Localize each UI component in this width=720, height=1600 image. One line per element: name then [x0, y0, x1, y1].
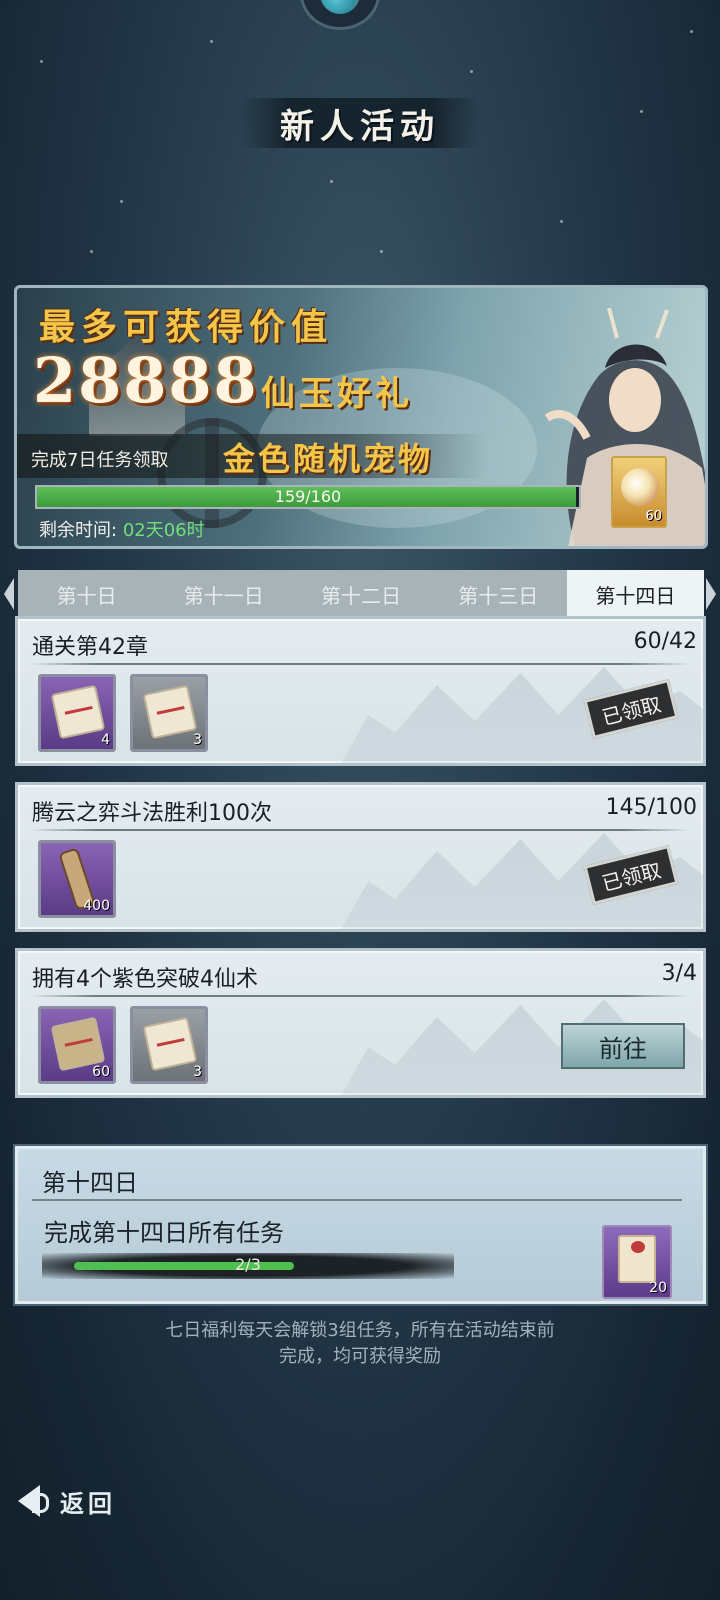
reward-item[interactable]: 4: [38, 674, 116, 752]
paper-map-icon: [142, 684, 198, 740]
footnote: 七日福利每天会解锁3组任务，所有在活动结束前 完成，均可获得奖励: [60, 1318, 660, 1370]
task-progress: 60/42: [633, 629, 697, 654]
back-label: 返回: [60, 1488, 116, 1518]
task-card: 拥有4个紫色突破4仙术 3/4 60 3 前往: [15, 948, 706, 1098]
event-banner: 最多可获得价值 28888 仙玉好礼 完成7日任务领取 金色随机宠物 159/1…: [14, 285, 708, 549]
tab-day-14[interactable]: 第十四日: [566, 570, 705, 618]
tab-day-13[interactable]: 第十三日: [430, 570, 567, 618]
pet-egg-icon: [621, 468, 659, 506]
summary-progress-text: 2/3: [235, 1255, 261, 1274]
summary-day: 第十四日: [42, 1169, 138, 1197]
banner-reward-item[interactable]: 60: [611, 456, 667, 528]
item-count: 3: [193, 732, 202, 748]
divider: [30, 829, 690, 831]
banner-subtitle: 完成7日任务领取: [31, 450, 169, 471]
task-card: 腾云之弈斗法胜利100次 145/100 400 已领取: [15, 782, 706, 932]
divider: [30, 663, 690, 665]
reward-item[interactable]: 3: [130, 674, 208, 752]
reward-item[interactable]: 3: [130, 1006, 208, 1084]
item-count: 20: [649, 1280, 667, 1296]
tab-day-11[interactable]: 第十一日: [155, 570, 292, 618]
remaining-time-label: 剩余时间:: [39, 520, 118, 541]
back-button[interactable]: 返回: [14, 1476, 154, 1526]
task-title: 通关第42章: [32, 635, 148, 660]
item-count: 60: [645, 509, 662, 524]
task-progress: 145/100: [605, 795, 697, 820]
page-title: 新人活动: [280, 106, 440, 147]
banner-pet-reward: 金色随机宠物: [223, 440, 434, 478]
tab-scroll-left-icon[interactable]: [4, 578, 14, 610]
banner-amount: 28888: [33, 344, 259, 417]
reward-item[interactable]: 400: [38, 840, 116, 918]
footnote-line: 完成，均可获得奖励: [279, 1346, 441, 1367]
scroll-scripture-icon: [50, 684, 106, 740]
day-tabs: 第十日 第十一日 第十二日 第十三日 第十四日: [18, 570, 705, 618]
tab-day-12[interactable]: 第十二日: [292, 570, 429, 618]
task-card: 通关第42章 60/42 4 3 已领取: [15, 616, 706, 766]
starfield: [0, 0, 720, 300]
summary-progress-bar: 2/3: [42, 1253, 454, 1279]
remaining-time-value: 02天06时: [122, 520, 205, 541]
banner-headline: 最多可获得价值: [39, 306, 334, 348]
paw-icon: [631, 1241, 645, 1253]
task-title: 腾云之弈斗法胜利100次: [32, 801, 272, 826]
back-arrow-icon: [14, 1481, 54, 1521]
banner-progress-bar: 159/160: [35, 485, 581, 509]
paper-map-icon: [142, 1016, 198, 1072]
item-count: 60: [92, 1064, 110, 1080]
summary-description: 完成第十四日所有任务: [44, 1219, 284, 1247]
day-summary-card: 第十四日 完成第十四日所有任务 2/3 20: [15, 1146, 706, 1304]
tab-scroll-right-icon[interactable]: [706, 578, 716, 610]
goto-button[interactable]: 前往: [561, 1023, 685, 1069]
page-title-plate: 新人活动: [240, 98, 480, 148]
item-count: 3: [193, 1064, 202, 1080]
task-title: 拥有4个紫色突破4仙术: [32, 967, 258, 992]
item-count: 4: [101, 732, 110, 748]
banner-gift: 仙玉好礼: [261, 374, 413, 414]
divider: [32, 1199, 682, 1201]
task-progress: 3/4: [661, 961, 697, 986]
remaining-time: 剩余时间: 02天06时: [39, 516, 205, 542]
divider: [30, 995, 690, 997]
banner-progress-text: 159/160: [274, 487, 342, 506]
reward-item[interactable]: 60: [38, 1006, 116, 1084]
summary-reward-item[interactable]: 20: [602, 1225, 672, 1299]
footnote-line: 七日福利每天会解锁3组任务，所有在活动结束前: [165, 1320, 555, 1341]
item-count: 400: [83, 898, 110, 914]
tab-day-10[interactable]: 第十日: [18, 570, 155, 618]
